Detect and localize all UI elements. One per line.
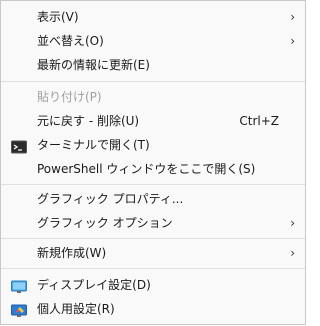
menu-item-label: グラフィック プロパティ... [37,192,184,206]
shortcut-label: Ctrl+Z [239,114,279,128]
menu-item-label: 元に戻す - 削除(U) [37,114,140,128]
menu-item-label: 表示(V) [37,10,79,24]
menu-item-label: ターミナルで開く(T) [37,138,150,152]
context-menu: 表示(V) › 並べ替え(O) › 最新の情報に更新(E) 貼り付け(P) 元に… [0,0,306,325]
menu-item-display-settings[interactable]: ディスプレイ設定(D) [1,273,305,297]
menu-separator [1,81,305,82]
chevron-right-icon: › [290,10,295,24]
personalize-icon [11,302,27,317]
terminal-icon [11,138,27,154]
menu-item-label: 並べ替え(O) [37,34,104,48]
menu-item-label: 最新の情報に更新(E) [37,58,150,72]
chevron-right-icon: › [290,246,295,260]
menu-item-label: PowerShell ウィンドウをここで開く(S) [37,162,256,176]
chevron-right-icon: › [290,34,295,48]
menu-item-sort-by[interactable]: 並べ替え(O) › [1,29,305,53]
menu-item-new[interactable]: 新規作成(W) › [1,241,305,265]
menu-item-paste: 貼り付け(P) [1,85,305,109]
menu-item-graphics-options[interactable]: グラフィック オプション › [1,211,305,235]
menu-item-graphics-properties[interactable]: グラフィック プロパティ... [1,187,305,211]
menu-item-label: 新規作成(W) [37,246,107,260]
menu-item-personalize[interactable]: 個人用設定(R) [1,297,305,321]
menu-item-open-powershell[interactable]: PowerShell ウィンドウをここで開く(S) [1,157,305,181]
menu-item-label: ディスプレイ設定(D) [37,278,151,292]
display-icon [11,278,27,293]
menu-item-open-in-terminal[interactable]: ターミナルで開く(T) [1,133,305,157]
menu-item-view[interactable]: 表示(V) › [1,5,305,29]
menu-separator [1,184,305,185]
menu-item-label: 貼り付け(P) [37,90,102,104]
chevron-right-icon: › [290,216,295,230]
menu-item-refresh[interactable]: 最新の情報に更新(E) [1,53,305,77]
menu-item-undo-delete[interactable]: 元に戻す - 削除(U) Ctrl+Z [1,109,305,133]
menu-separator [1,238,305,239]
menu-item-label: グラフィック オプション [37,216,173,230]
menu-separator [1,268,305,269]
menu-item-label: 個人用設定(R) [37,302,115,316]
